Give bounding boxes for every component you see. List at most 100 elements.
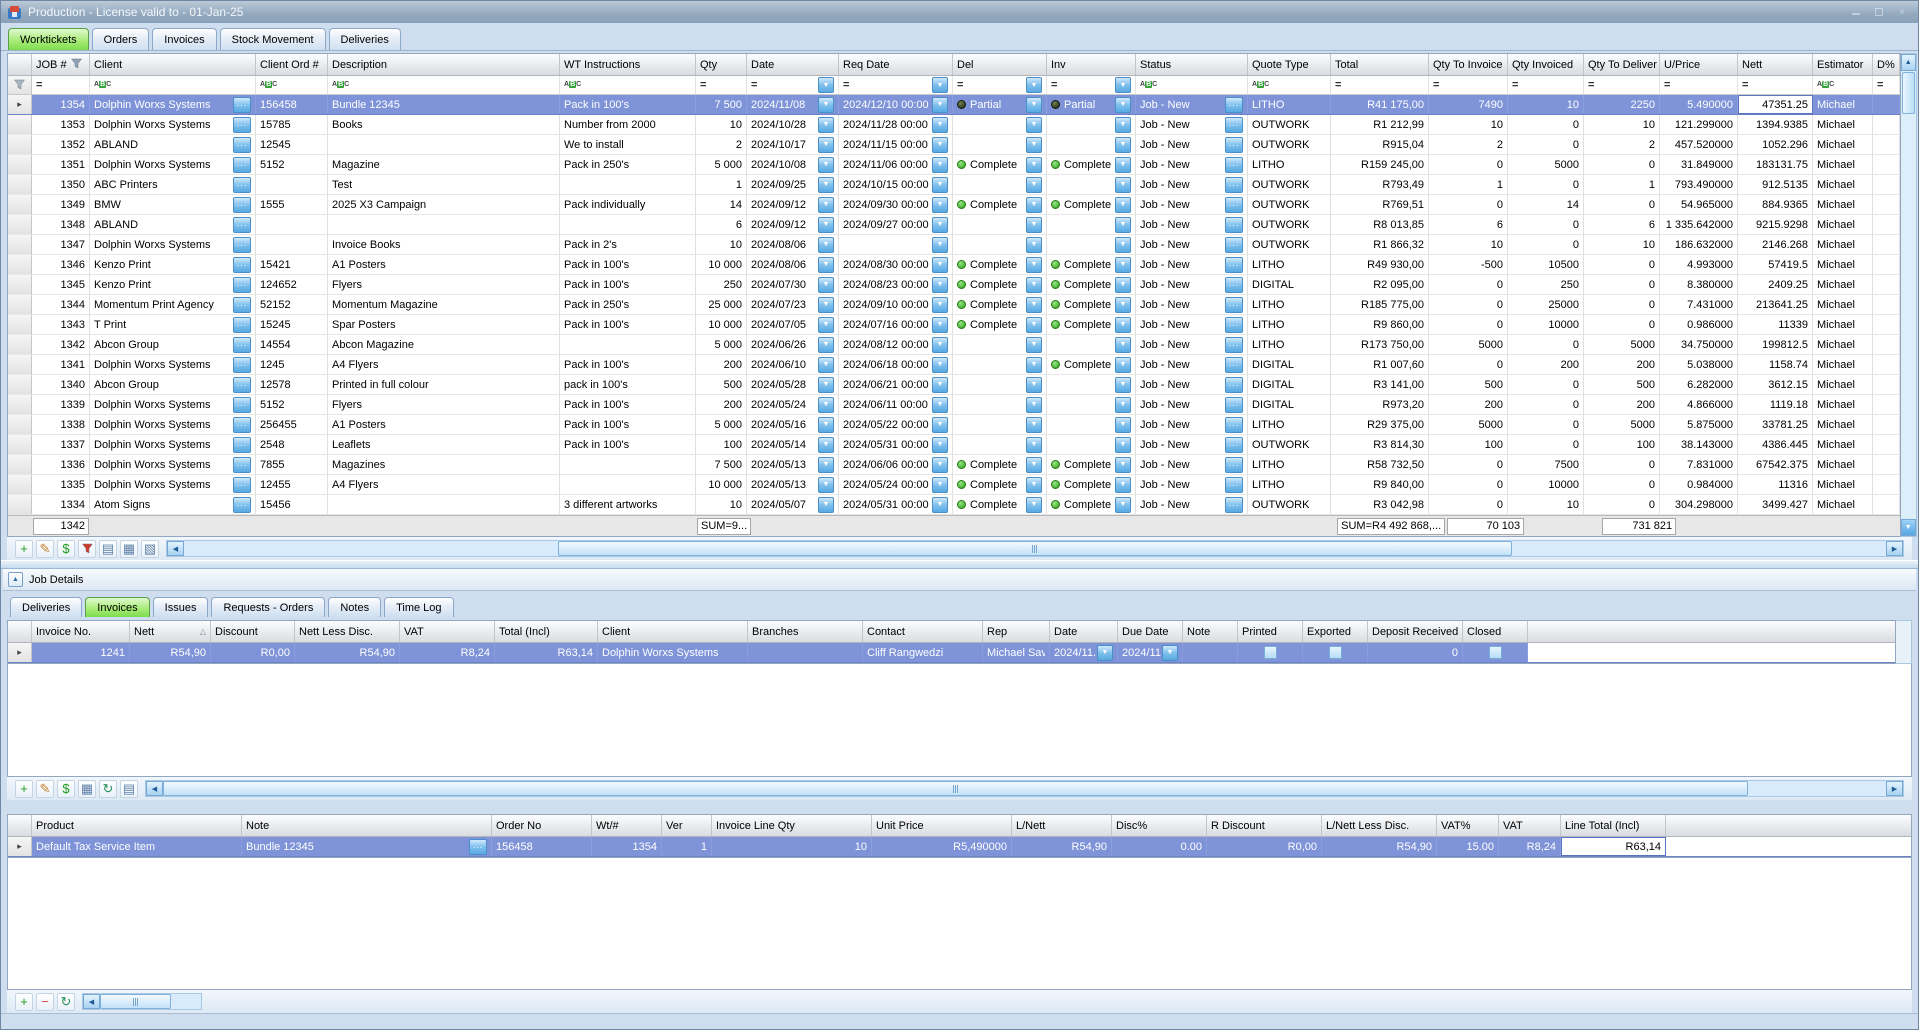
filter-cell-qty[interactable]: = bbox=[696, 76, 747, 94]
column-header-description[interactable]: Description bbox=[328, 54, 560, 75]
ellipsis-button[interactable]: ... bbox=[1225, 297, 1243, 313]
table-row[interactable]: 1349BMW...15552025 X3 CampaignPack indiv… bbox=[8, 195, 1900, 215]
table-row[interactable]: ▸1354Dolphin Worxs Systems...156458Bundl… bbox=[8, 95, 1900, 115]
chevron-down-icon[interactable]: ▼ bbox=[818, 197, 834, 213]
ellipsis-button[interactable]: ... bbox=[233, 477, 251, 493]
column-header-req-date[interactable]: Req Date bbox=[839, 54, 953, 75]
remove-icon[interactable]: − bbox=[36, 993, 54, 1011]
filter-cell-u-price[interactable]: = bbox=[1660, 76, 1738, 94]
ellipsis-button[interactable]: ... bbox=[233, 137, 251, 153]
minimize-button[interactable] bbox=[1846, 5, 1866, 19]
column-header-closed[interactable]: Closed bbox=[1463, 621, 1528, 642]
chevron-down-icon[interactable]: ▼ bbox=[1115, 377, 1131, 393]
chevron-down-icon[interactable]: ▼ bbox=[932, 497, 948, 513]
chevron-down-icon[interactable]: ▼ bbox=[1026, 157, 1042, 173]
column-header-order-no[interactable]: Order No bbox=[492, 815, 592, 836]
chevron-down-icon[interactable]: ▼ bbox=[932, 337, 948, 353]
scrollbar-track[interactable] bbox=[1901, 115, 1916, 519]
column-header-nett-less-disc[interactable]: Nett Less Disc. bbox=[295, 621, 400, 642]
chevron-down-icon[interactable]: ▼ bbox=[818, 97, 834, 113]
chevron-down-icon[interactable]: ▼ bbox=[818, 137, 834, 153]
chevron-down-icon[interactable]: ▼ bbox=[818, 297, 834, 313]
ellipsis-button[interactable]: ... bbox=[469, 839, 487, 855]
print-icon[interactable]: ▦ bbox=[120, 540, 138, 558]
table-row[interactable]: 1339Dolphin Worxs Systems...5152FlyersPa… bbox=[8, 395, 1900, 415]
maximize-button[interactable] bbox=[1869, 5, 1889, 19]
chevron-down-icon[interactable]: ▼ bbox=[1115, 457, 1131, 473]
filter-cell-req-date[interactable]: =▼ bbox=[839, 76, 953, 94]
chevron-down-icon[interactable]: ▼ bbox=[1115, 117, 1131, 133]
column-header-quote-type[interactable]: Quote Type bbox=[1248, 54, 1331, 75]
filter-cell-d[interactable]: = bbox=[1873, 76, 1900, 94]
subtab-deliveries[interactable]: Deliveries bbox=[10, 597, 82, 617]
table-row[interactable]: 1340Abcon Group...12578Printed in full c… bbox=[8, 375, 1900, 395]
chevron-down-icon[interactable]: ▼ bbox=[1115, 437, 1131, 453]
chevron-down-icon[interactable]: ▼ bbox=[1026, 417, 1042, 433]
chevron-down-icon[interactable]: ▼ bbox=[818, 177, 834, 193]
subtab-time-log[interactable]: Time Log bbox=[384, 597, 453, 617]
refresh-icon[interactable]: ↻ bbox=[57, 993, 75, 1011]
column-header-qty-to-invoice[interactable]: Qty To Invoice bbox=[1429, 54, 1508, 75]
chevron-down-icon[interactable]: ▼ bbox=[1026, 457, 1042, 473]
chevron-down-icon[interactable]: ▼ bbox=[1115, 217, 1131, 233]
column-header-invoice-line-qty[interactable]: Invoice Line Qty bbox=[712, 815, 872, 836]
ellipsis-button[interactable]: ... bbox=[233, 337, 251, 353]
filter-cell-client[interactable]: ABC bbox=[90, 76, 256, 94]
ellipsis-button[interactable]: ... bbox=[1225, 497, 1243, 513]
horizontal-scrollbar[interactable]: ◀▶ bbox=[145, 780, 1904, 797]
checkbox-exported[interactable] bbox=[1329, 646, 1342, 659]
column-header-note[interactable]: Note bbox=[242, 815, 492, 836]
chevron-down-icon[interactable]: ▼ bbox=[1026, 237, 1042, 253]
chevron-down-icon[interactable]: ▼ bbox=[818, 317, 834, 333]
preview-icon[interactable]: ▧ bbox=[141, 540, 159, 558]
column-header-deposit-received[interactable]: Deposit Received bbox=[1368, 621, 1463, 642]
ellipsis-button[interactable]: ... bbox=[1225, 137, 1243, 153]
horizontal-scrollbar[interactable]: ◀ bbox=[82, 993, 202, 1010]
filter-cell-client-ord[interactable]: ABC bbox=[256, 76, 328, 94]
chevron-down-icon[interactable]: ▼ bbox=[1026, 197, 1042, 213]
scrollbar-track[interactable] bbox=[184, 541, 1886, 556]
chevron-down-icon[interactable]: ▼ bbox=[818, 217, 834, 233]
chevron-down-icon[interactable]: ▼ bbox=[1026, 437, 1042, 453]
ellipsis-button[interactable]: ... bbox=[233, 457, 251, 473]
column-header-nett[interactable]: Nett△ bbox=[130, 621, 211, 642]
ellipsis-button[interactable]: ... bbox=[233, 397, 251, 413]
chevron-down-icon[interactable]: ▼ bbox=[1115, 337, 1131, 353]
filter-cell-status[interactable]: ABC bbox=[1136, 76, 1248, 94]
column-header-u-price[interactable]: U/Price bbox=[1660, 54, 1738, 75]
ellipsis-button[interactable]: ... bbox=[1225, 217, 1243, 233]
ellipsis-button[interactable]: ... bbox=[1225, 117, 1243, 133]
chevron-down-icon[interactable]: ▼ bbox=[818, 377, 834, 393]
column-header-date[interactable]: Date bbox=[1050, 621, 1118, 642]
table-row[interactable]: 1342Abcon Group...14554Abcon Magazine5 0… bbox=[8, 335, 1900, 355]
ellipsis-button[interactable]: ... bbox=[1225, 477, 1243, 493]
filter-cell-qty-to-deliver[interactable]: = bbox=[1584, 76, 1660, 94]
column-header-contact[interactable]: Contact bbox=[863, 621, 983, 642]
scroll-down-icon[interactable]: ▼ bbox=[1901, 519, 1916, 536]
filter-cell-qty-invoiced[interactable]: = bbox=[1508, 76, 1584, 94]
column-header-r-discount[interactable]: R Discount bbox=[1207, 815, 1322, 836]
ellipsis-button[interactable]: ... bbox=[1225, 157, 1243, 173]
chevron-down-icon[interactable]: ▼ bbox=[818, 437, 834, 453]
column-header-disc[interactable]: Disc% bbox=[1112, 815, 1207, 836]
chevron-down-icon[interactable]: ▼ bbox=[818, 117, 834, 133]
chevron-down-icon[interactable]: ▼ bbox=[1026, 117, 1042, 133]
ellipsis-button[interactable]: ... bbox=[233, 317, 251, 333]
column-header-product[interactable]: Product bbox=[32, 815, 242, 836]
table-row[interactable]: 1341Dolphin Worxs Systems...1245A4 Flyer… bbox=[8, 355, 1900, 375]
chevron-down-icon[interactable]: ▼ bbox=[932, 137, 948, 153]
ellipsis-button[interactable]: ... bbox=[1225, 277, 1243, 293]
ellipsis-button[interactable]: ... bbox=[233, 277, 251, 293]
ellipsis-button[interactable]: ... bbox=[233, 417, 251, 433]
table-row[interactable]: 1334Atom Signs...154563 different artwor… bbox=[8, 495, 1900, 515]
subtab-requests-orders[interactable]: Requests - Orders bbox=[211, 597, 325, 617]
ellipsis-button[interactable]: ... bbox=[233, 217, 251, 233]
chevron-down-icon[interactable]: ▼ bbox=[1115, 257, 1131, 273]
chevron-down-icon[interactable]: ▼ bbox=[932, 457, 948, 473]
table-row[interactable]: 1353Dolphin Worxs Systems...15785BooksNu… bbox=[8, 115, 1900, 135]
chevron-down-icon[interactable]: ▼ bbox=[932, 217, 948, 233]
chevron-down-icon[interactable]: ▼ bbox=[1026, 377, 1042, 393]
column-header-printed[interactable]: Printed bbox=[1238, 621, 1303, 642]
subtab-issues[interactable]: Issues bbox=[153, 597, 209, 617]
scrollbar-thumb[interactable] bbox=[100, 994, 171, 1009]
